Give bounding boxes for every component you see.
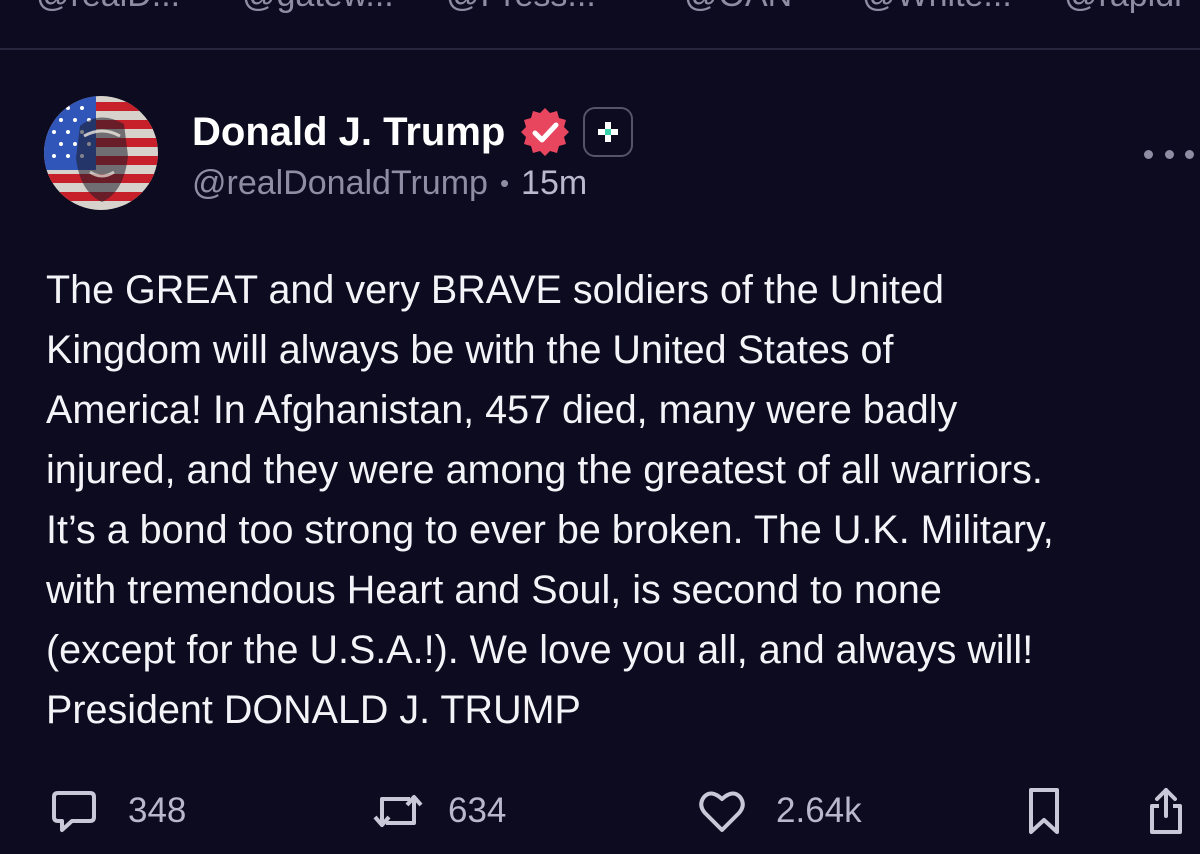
more-options-button[interactable] (1144, 146, 1194, 162)
post-line: with tremendous Heart and Soul, is secon… (46, 568, 942, 612)
author-name[interactable]: Donald J. Trump (192, 110, 505, 155)
more-horizontal-icon (1144, 149, 1153, 159)
comment-icon (52, 791, 96, 832)
separator-dot: • (499, 168, 510, 198)
plus-icon (598, 122, 619, 142)
heart-icon (699, 791, 745, 832)
repost-count: 634 (448, 791, 507, 830)
like-count: 2.64k (776, 791, 862, 830)
top-handle-6[interactable]: @rapidr (1064, 0, 1185, 15)
post-timestamp[interactable]: 15m (521, 164, 587, 203)
bookmark-icon (1029, 788, 1059, 834)
post-line: (except for the U.S.A.!). We love you al… (46, 628, 1034, 672)
post-line: The GREAT and very BRAVE soldiers of the… (46, 268, 944, 312)
share-icon (1150, 788, 1182, 834)
reply-count: 348 (128, 791, 187, 830)
top-account-strip: @realD... @gatew... @Press... @OAN @Whit… (0, 0, 1200, 50)
top-handle-5[interactable]: @White... (862, 0, 1012, 15)
post-line: injured, and they were among the greates… (46, 448, 1043, 492)
like-button[interactable]: 2.64k (698, 786, 862, 836)
action-bar: 348 634 2.64k (0, 780, 1200, 840)
repost-icon (373, 795, 423, 827)
post-line: President DONALD J. TRUMP (46, 688, 581, 732)
reply-button[interactable]: 348 (50, 786, 186, 836)
post-body: The GREAT and very BRAVE soldiers of the… (46, 260, 1196, 740)
follow-button[interactable] (583, 107, 634, 157)
top-handle-3[interactable]: @Press... (446, 0, 596, 15)
avatar[interactable] (44, 96, 158, 210)
avatar-image (44, 96, 158, 210)
post-line: America! In Afghanistan, 457 died, many … (46, 388, 958, 432)
repost-button[interactable]: 634 (372, 786, 506, 836)
share-button[interactable] (1146, 786, 1186, 836)
bookmark-button[interactable] (1026, 786, 1062, 836)
verified-badge-icon (519, 106, 571, 158)
handle-row: @realDonaldTrump • 15m (192, 164, 587, 203)
post-line: Kingdom will always be with the United S… (46, 328, 894, 372)
top-handle-1[interactable]: @realD... (36, 0, 180, 15)
post-line: It’s a bond too strong to ever be broken… (46, 508, 1054, 552)
author-row: Donald J. Trump (192, 104, 634, 160)
top-handle-4[interactable]: @OAN (684, 0, 792, 15)
top-handle-2[interactable]: @gatew... (242, 0, 394, 15)
author-handle[interactable]: @realDonaldTrump (192, 164, 488, 203)
